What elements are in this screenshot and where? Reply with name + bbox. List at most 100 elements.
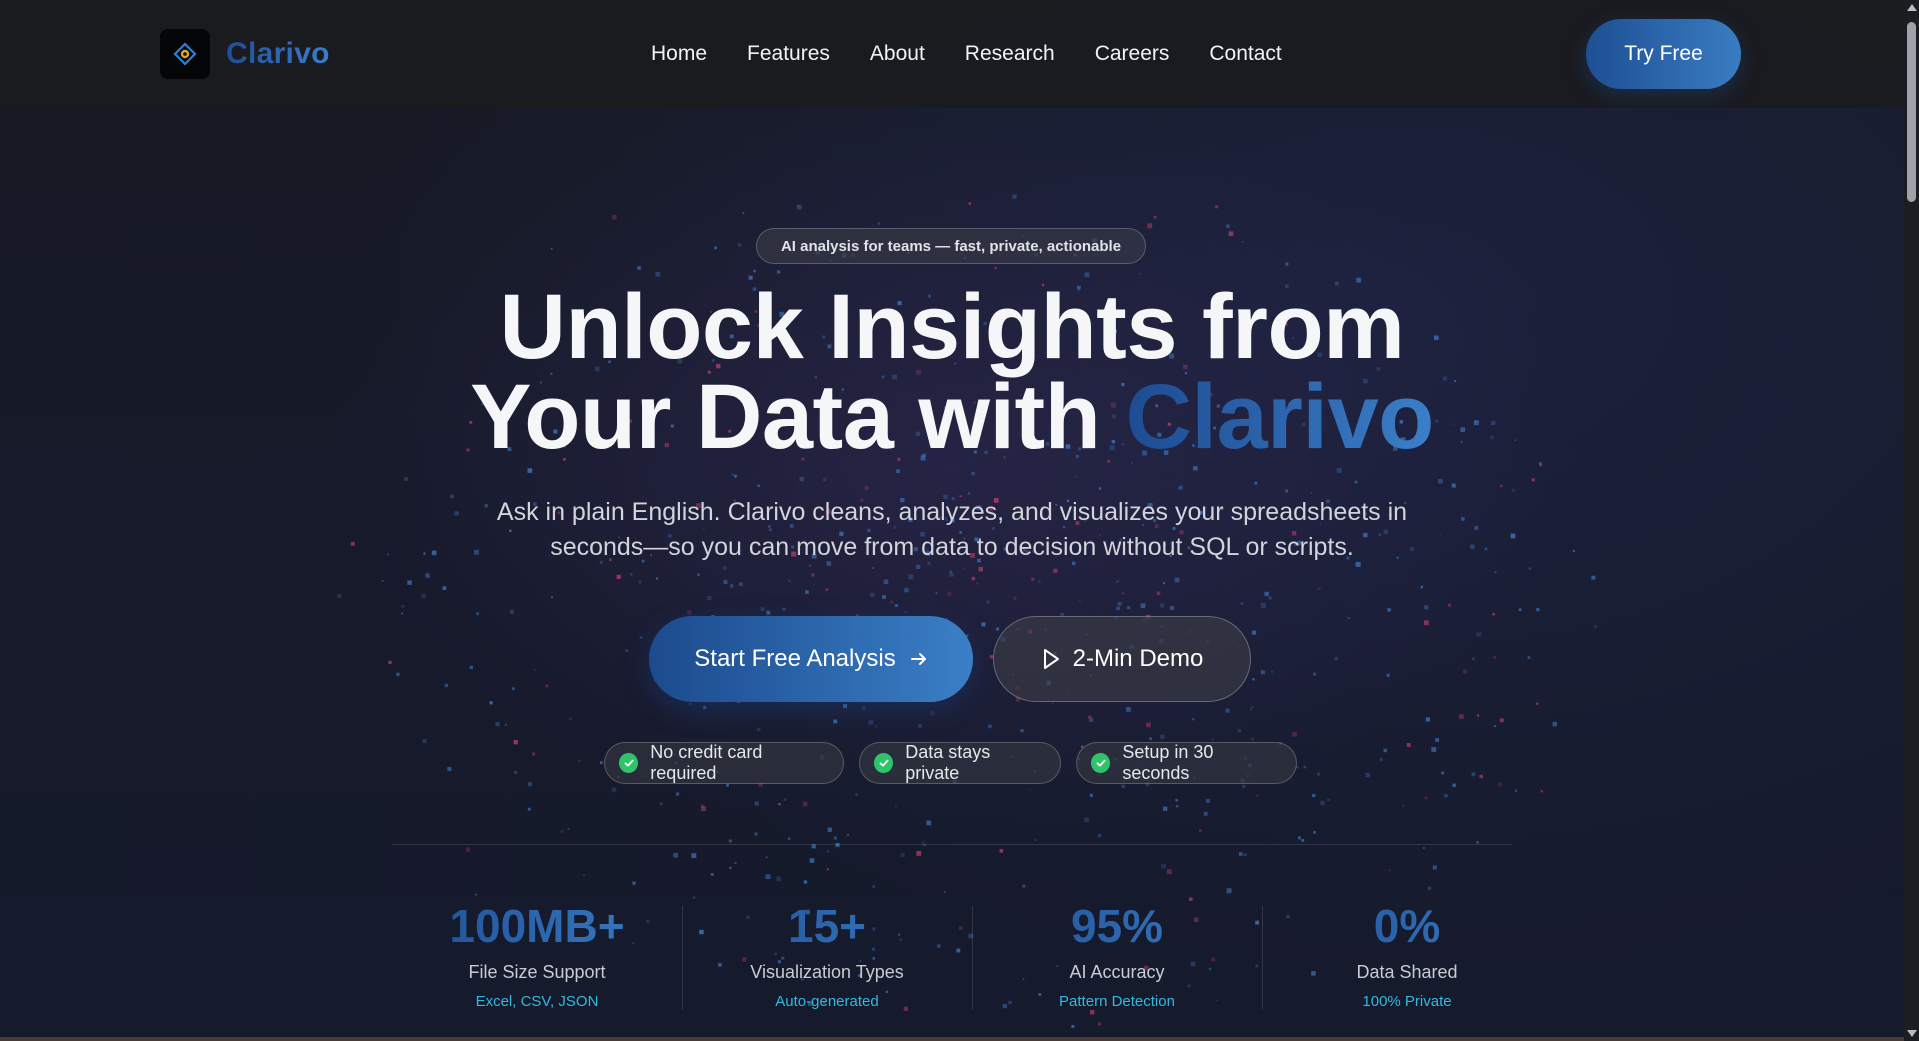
particle <box>550 247 553 250</box>
particle <box>1071 1024 1075 1028</box>
particle <box>916 564 921 569</box>
particle <box>864 486 869 490</box>
particle <box>1484 547 1488 551</box>
nav-link-about[interactable]: About <box>870 40 925 68</box>
particle <box>1211 738 1214 741</box>
particle <box>855 793 858 796</box>
particle <box>776 876 781 882</box>
particle <box>551 596 553 599</box>
particle <box>511 687 515 691</box>
particle <box>534 668 536 671</box>
particle <box>753 269 756 273</box>
particle <box>1297 836 1301 840</box>
particle <box>1494 571 1497 574</box>
stats-row: 100MB+ File Size Support Excel, CSV, JSO… <box>392 900 1512 1020</box>
particle <box>1053 568 1058 573</box>
particle <box>1424 605 1429 610</box>
hero-headline: Unlock Insights from Your Data with Clar… <box>0 281 1904 463</box>
particle <box>782 607 786 611</box>
headline-line-2: Your Data with <box>470 366 1126 468</box>
particle <box>1327 798 1331 802</box>
particle <box>466 847 471 852</box>
particle <box>1423 620 1429 626</box>
particle <box>1336 467 1342 473</box>
particle <box>381 579 384 582</box>
particle <box>729 584 734 588</box>
particle <box>703 705 707 710</box>
particle <box>811 573 815 577</box>
particle <box>1531 478 1535 482</box>
particle <box>1493 655 1497 659</box>
nav-link-research[interactable]: Research <box>965 40 1055 68</box>
particle <box>1175 805 1179 808</box>
scroll-down-arrow-icon[interactable] <box>1907 1030 1917 1037</box>
nav-link-features[interactable]: Features <box>747 40 830 68</box>
nav-link-home[interactable]: Home <box>651 40 707 68</box>
particle <box>754 801 759 806</box>
particle <box>1169 605 1174 611</box>
trust-badge-label: Setup in 30 seconds <box>1122 742 1214 783</box>
particle <box>949 572 954 577</box>
scroll-up-arrow-icon[interactable] <box>1907 4 1917 11</box>
particle <box>655 577 658 580</box>
particle <box>1500 484 1503 488</box>
particle <box>1470 544 1475 549</box>
particle <box>1510 533 1516 539</box>
scrollbar-thumb[interactable] <box>1907 22 1916 202</box>
particle <box>833 719 838 724</box>
particle <box>827 827 832 832</box>
play-icon <box>1041 648 1061 670</box>
logo[interactable]: Clarivo <box>160 29 330 79</box>
particle <box>999 849 1004 853</box>
particle <box>738 243 742 247</box>
demo-button[interactable]: 2-Min Demo <box>993 616 1251 702</box>
stat-value: 15+ <box>682 900 972 952</box>
particle <box>1285 262 1289 266</box>
particle <box>908 574 914 580</box>
particle <box>1292 732 1297 737</box>
particle <box>1320 800 1325 806</box>
particle <box>1012 194 1017 199</box>
check-circle-icon <box>874 753 894 773</box>
particle <box>1317 587 1321 590</box>
stat-value: 100MB+ <box>392 900 682 952</box>
particle <box>788 837 791 840</box>
particle <box>1354 480 1358 484</box>
particle <box>545 684 549 688</box>
particle <box>1472 657 1475 661</box>
nav-links: Home Features About Research Careers Con… <box>651 40 1322 68</box>
particle <box>489 701 493 705</box>
nav-link-careers[interactable]: Careers <box>1095 40 1170 68</box>
try-free-button[interactable]: Try Free <box>1586 19 1741 89</box>
particle <box>1174 577 1180 583</box>
particle <box>1538 462 1542 466</box>
vertical-scrollbar[interactable] <box>1904 0 1919 1041</box>
particle <box>388 660 392 664</box>
particle <box>1147 223 1153 229</box>
hero-badge: AI analysis for teams — fast, private, a… <box>756 228 1146 264</box>
particle <box>1334 657 1338 661</box>
particle <box>1251 706 1254 709</box>
start-free-analysis-button[interactable]: Start Free Analysis <box>649 616 973 702</box>
particle <box>872 885 875 888</box>
particle <box>527 468 533 473</box>
particle <box>639 636 643 639</box>
particle <box>754 832 758 836</box>
particle <box>742 212 745 215</box>
particle <box>1156 591 1161 595</box>
particle <box>981 622 986 627</box>
particle <box>1226 888 1232 894</box>
particle <box>1241 241 1244 243</box>
particle <box>1078 599 1081 602</box>
particle <box>701 806 706 812</box>
nav-link-contact[interactable]: Contact <box>1209 40 1281 68</box>
particle <box>1256 794 1259 797</box>
particle <box>1242 784 1246 789</box>
particle <box>476 612 480 616</box>
stat-sub: Auto-generated <box>775 993 879 1010</box>
particle <box>766 610 771 615</box>
particle <box>868 720 874 725</box>
particle <box>387 553 389 556</box>
stat-ai-accuracy: 95% AI Accuracy Pattern Detection <box>972 900 1262 1010</box>
particle <box>1492 612 1495 616</box>
